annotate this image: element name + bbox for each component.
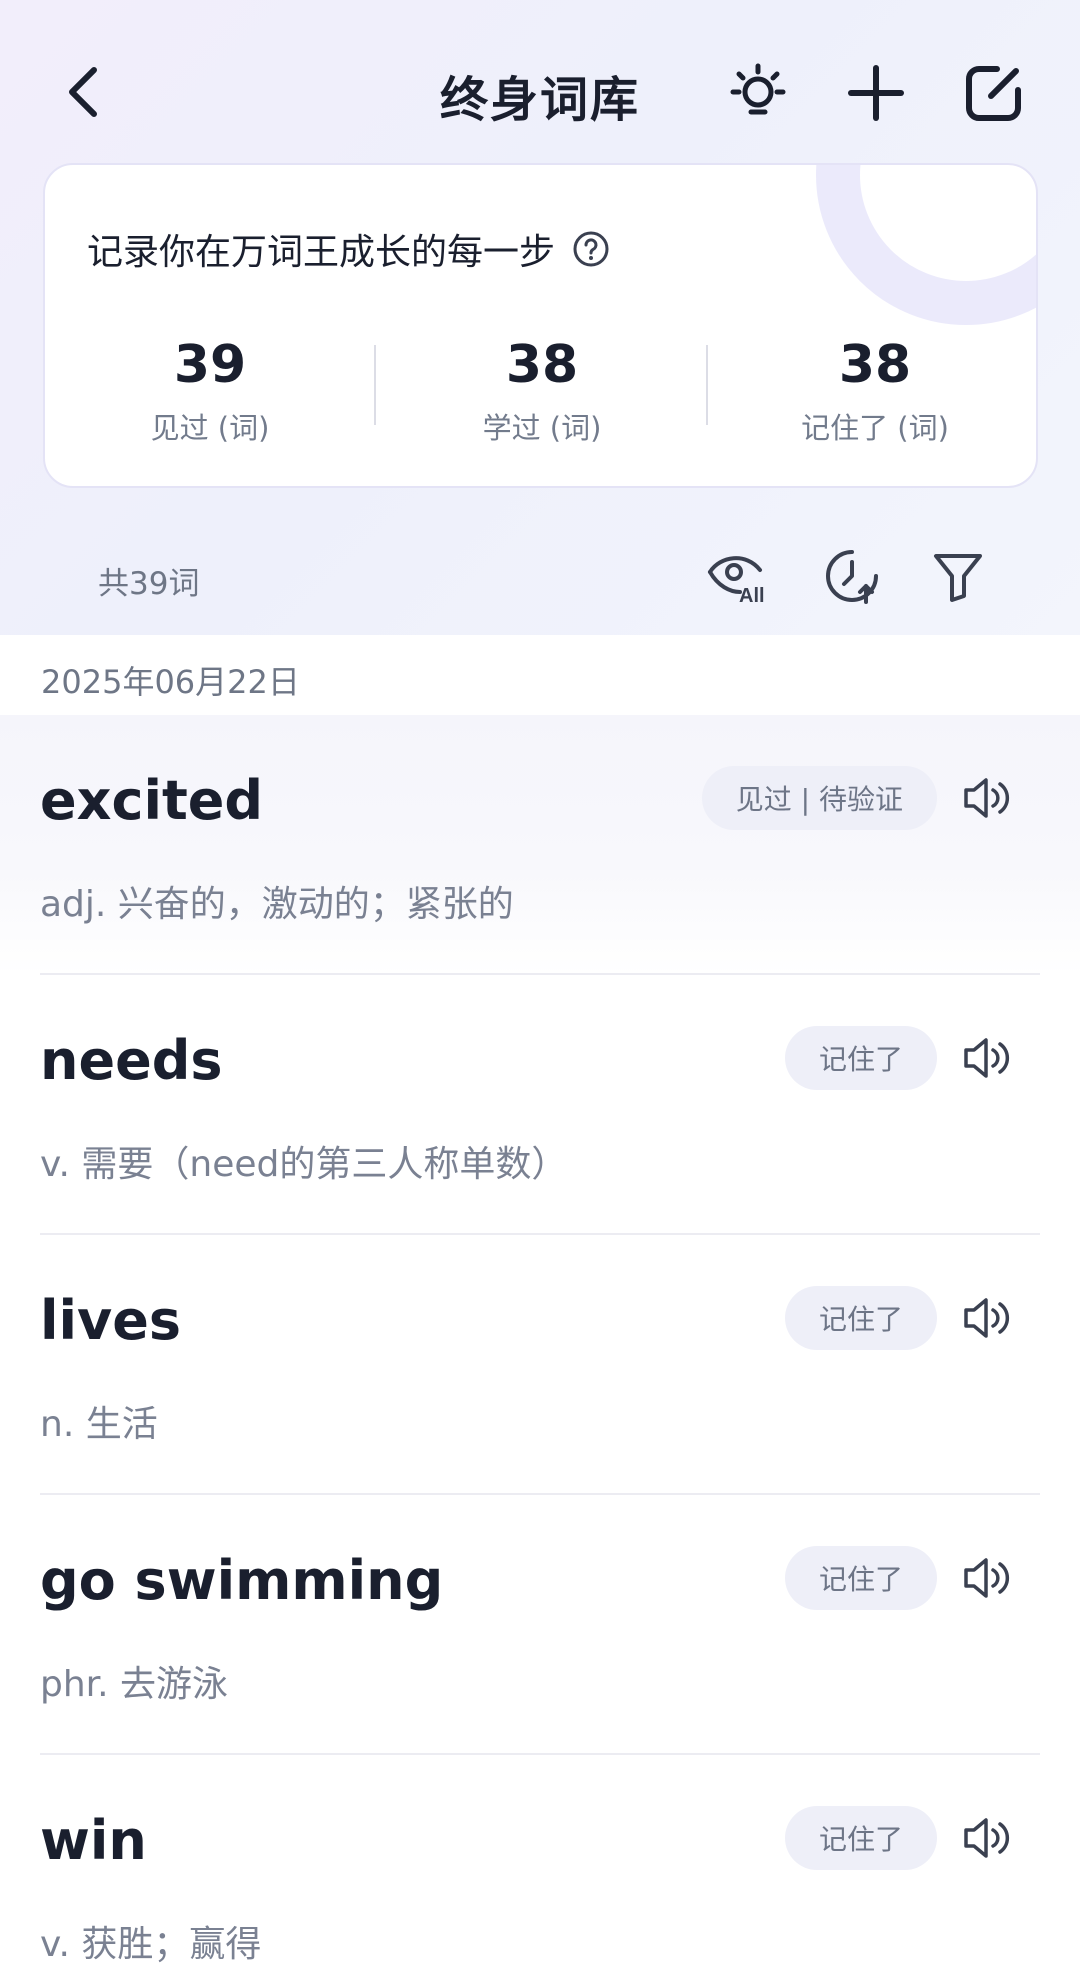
speaker-icon[interactable]	[962, 1035, 1012, 1081]
word-list: excited 见过 | 待验证 adj. 兴奋的，激动的；紧张的 needs …	[0, 715, 1080, 1981]
plus-icon[interactable]	[845, 62, 907, 124]
list-toolbar: 共39词 All	[0, 540, 1080, 615]
word-term: go swimming	[40, 1549, 444, 1612]
speaker-icon[interactable]	[962, 775, 1012, 821]
stat-learned-value: 38	[505, 335, 579, 395]
review-clock-icon[interactable]	[822, 546, 882, 606]
speaker-icon[interactable]	[962, 1555, 1012, 1601]
bulb-icon[interactable]	[727, 62, 789, 124]
word-definition: v. 需要（need的第三人称单数）	[40, 1144, 568, 1185]
page-title: 终身词库	[439, 72, 640, 128]
status-badge[interactable]: 记住了	[784, 1026, 937, 1090]
card-headline-text: 记录你在万词王成长的每一步	[87, 232, 556, 273]
stats-card: 记录你在万词王成长的每一步 39 见过 (词) 38 学过 (词) 38 记住了…	[43, 163, 1038, 488]
eye-all-icon[interactable]: All	[706, 546, 766, 606]
filter-icon[interactable]	[928, 546, 988, 606]
list-item[interactable]: needs 记住了 v. 需要（need的第三人称单数）	[0, 975, 1080, 1235]
speaker-icon[interactable]	[962, 1295, 1012, 1341]
list-item[interactable]: go swimming 记住了 phr. 去游泳	[0, 1495, 1080, 1755]
word-count: 共39词	[98, 566, 200, 602]
stat-seen-value: 39	[173, 335, 247, 395]
stat-remembered[interactable]: 38 记住了 (词)	[710, 335, 1036, 447]
list-item[interactable]: win 记住了 v. 获胜；赢得	[0, 1755, 1080, 1981]
date-label: 2025年06月22日	[41, 663, 300, 701]
stat-divider	[706, 345, 708, 425]
header: 终身词库	[0, 0, 1080, 185]
stat-learned[interactable]: 38 学过 (词)	[377, 335, 707, 447]
status-badge[interactable]: 记住了	[784, 1806, 937, 1870]
stat-remembered-label: 记住了 (词)	[801, 411, 949, 445]
status-badge[interactable]: 记住了	[784, 1286, 937, 1350]
word-definition: phr. 去游泳	[40, 1664, 229, 1705]
card-decoration	[816, 165, 1036, 325]
list-item[interactable]: excited 见过 | 待验证 adj. 兴奋的，激动的；紧张的	[0, 715, 1080, 975]
word-definition: adj. 兴奋的，激动的；紧张的	[40, 884, 514, 925]
card-headline: 记录你在万词王成长的每一步	[87, 223, 611, 275]
stat-divider	[374, 345, 376, 425]
date-header: 2025年06月22日	[0, 635, 1080, 715]
word-definition: n. 生活	[40, 1404, 158, 1445]
word-term: excited	[40, 769, 264, 832]
list-item[interactable]: lives 记住了 n. 生活	[0, 1235, 1080, 1495]
stat-seen-label: 见过 (词)	[150, 411, 270, 445]
status-badge[interactable]: 记住了	[784, 1546, 937, 1610]
stat-seen[interactable]: 39 见过 (词)	[45, 335, 375, 447]
word-term: lives	[40, 1289, 181, 1352]
word-definition: v. 获胜；赢得	[40, 1924, 262, 1965]
eye-all-badge: All	[739, 585, 765, 606]
speaker-icon[interactable]	[962, 1815, 1012, 1861]
help-icon[interactable]	[571, 229, 611, 269]
word-term: needs	[40, 1029, 223, 1092]
stat-learned-label: 学过 (词)	[482, 411, 602, 445]
stat-remembered-value: 38	[838, 335, 912, 395]
word-term: win	[40, 1809, 147, 1872]
status-badge[interactable]: 见过 | 待验证	[701, 766, 937, 830]
edit-icon[interactable]	[963, 62, 1025, 124]
